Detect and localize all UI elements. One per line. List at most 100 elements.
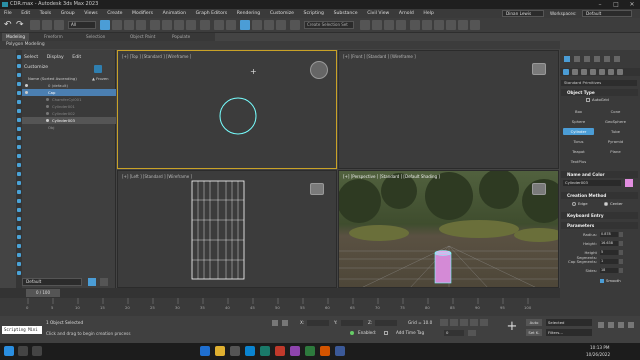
shapes-filter-icon[interactable] <box>17 109 21 113</box>
parameters-rollout[interactable]: Parameters <box>561 222 638 229</box>
tab-freeform[interactable]: Freeform <box>40 33 67 41</box>
toggle-scene-explorer-icon[interactable] <box>384 20 394 30</box>
explorer-frozen-header[interactable]: ▲ Frozen <box>92 76 109 81</box>
height-segments-field[interactable]: 5 <box>600 250 618 255</box>
3ds-max-taskbar-icon[interactable] <box>260 346 270 356</box>
mirror-icon[interactable] <box>360 20 370 30</box>
undo-icon[interactable]: ↶ <box>4 20 14 30</box>
previous-frame-icon[interactable] <box>450 319 458 326</box>
app-icon-green[interactable] <box>305 346 315 356</box>
sides-field[interactable]: 18 <box>600 268 618 273</box>
zoom-icon[interactable] <box>618 322 624 328</box>
edit-named-selection-icon[interactable] <box>290 20 300 30</box>
window-crossing-icon[interactable] <box>136 20 146 30</box>
cameras-icon[interactable] <box>590 69 596 75</box>
menu-substance[interactable]: Substance <box>334 9 358 18</box>
cylinder-button[interactable]: Cylinder <box>563 128 594 135</box>
move-icon[interactable] <box>150 20 160 30</box>
visibility-eye-icon[interactable] <box>25 84 28 87</box>
helpers-filter-icon[interactable] <box>17 136 21 140</box>
visibility-eye-icon[interactable] <box>46 119 49 122</box>
radius-spinner[interactable] <box>619 232 623 237</box>
display-none-icon[interactable] <box>17 64 21 68</box>
tree-row-cylinder003[interactable]: Cylinder003 <box>22 117 116 124</box>
lights-filter-icon[interactable] <box>17 118 21 122</box>
explorer-menu-customize[interactable]: Customize <box>24 63 48 73</box>
menu-scripting[interactable]: Scripting <box>304 9 324 18</box>
tree-row-cylinder002[interactable]: Cylinder002 <box>22 110 116 117</box>
z-coord-field[interactable] <box>375 320 397 326</box>
render-production-icon[interactable] <box>470 20 480 30</box>
spacewarps-filter-icon[interactable] <box>17 145 21 149</box>
angle-snap-icon[interactable] <box>252 20 262 30</box>
visibility-eye-icon[interactable] <box>46 112 49 115</box>
scene-explorer-toggle-icon[interactable] <box>88 278 96 286</box>
radius-field[interactable]: 0.878 <box>600 232 618 237</box>
time-slider[interactable]: 0 / 100 <box>0 288 560 298</box>
tree-row-obj-layer[interactable]: Obj <box>22 124 116 131</box>
set-key-button[interactable]: Set K. <box>526 329 542 336</box>
select-manipulate-icon[interactable] <box>226 20 236 30</box>
helpers-icon[interactable] <box>599 69 605 75</box>
app-icon-blue[interactable] <box>335 346 345 356</box>
visibility-eye-icon[interactable] <box>46 98 49 101</box>
torus-button[interactable]: Torus <box>563 138 594 145</box>
object-color-swatch[interactable] <box>625 179 633 187</box>
containers-filter-icon[interactable] <box>17 181 21 185</box>
geosphere-button[interactable]: GeoSphere <box>600 118 631 125</box>
tube-button[interactable]: Tube <box>600 128 631 135</box>
hierarchy-tab-icon[interactable] <box>584 56 590 62</box>
redo-icon[interactable]: ↷ <box>16 20 26 30</box>
select-object-icon[interactable] <box>100 20 110 30</box>
frozen-filter-icon[interactable] <box>17 190 21 194</box>
cap-segments-spinner[interactable] <box>619 259 623 264</box>
selection-filter-dropdown[interactable]: All <box>68 21 96 29</box>
app-icon-orange[interactable] <box>320 346 330 356</box>
viewport-front-label[interactable]: [+] [Front ] [Standard ] [Wireframe ] <box>343 54 416 59</box>
visibility-eye-icon[interactable] <box>25 91 28 94</box>
pan-view-icon[interactable] <box>598 322 604 328</box>
maximize-button[interactable]: □ <box>608 0 624 9</box>
cameras-filter-icon[interactable] <box>17 127 21 131</box>
rotate-icon[interactable] <box>162 20 172 30</box>
app-icon-purple[interactable] <box>290 346 300 356</box>
auto-key-button[interactable]: Auto <box>526 319 542 326</box>
time-config-icon[interactable] <box>468 330 476 336</box>
selection-lock-icon[interactable] <box>282 320 288 326</box>
viewport-perspective[interactable]: [+] [Perspective ] [Standard ] [Default … <box>338 170 559 288</box>
lights-icon[interactable] <box>581 69 587 75</box>
highlight-icon[interactable] <box>17 253 21 257</box>
menu-animation[interactable]: Animation <box>163 9 186 18</box>
key-filter-dropdown[interactable]: Selected <box>546 319 592 326</box>
named-selection-set-dropdown[interactable]: Create Selection Set <box>304 21 354 29</box>
viewcube-icon[interactable] <box>532 63 546 75</box>
hierarchy-icon[interactable] <box>17 262 21 266</box>
user-account-button[interactable]: Dinan Lewis <box>502 10 544 17</box>
rendered-frame-window-icon[interactable] <box>458 20 468 30</box>
toggle-layer-explorer-icon[interactable] <box>396 20 406 30</box>
explorer-menu-edit[interactable]: Edit <box>72 53 81 63</box>
find-icon[interactable] <box>17 235 21 239</box>
unlink-icon[interactable] <box>42 20 52 30</box>
align-icon[interactable] <box>372 20 382 30</box>
shapes-icon[interactable] <box>572 69 578 75</box>
menu-modifiers[interactable]: Modifiers <box>132 9 153 18</box>
sync-selection-icon[interactable] <box>17 244 21 248</box>
menu-tools[interactable]: Tools <box>40 9 51 18</box>
geometry-icon[interactable] <box>563 69 569 75</box>
textplus-button[interactable]: TextPlus <box>563 158 594 165</box>
spacewarps-icon[interactable] <box>608 69 614 75</box>
viewport-front[interactable]: [+] [Front ] [Standard ] [Wireframe ] <box>338 50 559 169</box>
material-editor-icon[interactable] <box>434 20 444 30</box>
layer-explorer-icon[interactable] <box>17 271 21 275</box>
visibility-eye-icon[interactable] <box>46 105 49 108</box>
explorer-menu-display[interactable]: Display <box>47 53 64 63</box>
tree-row-chamfercyl001[interactable]: ChamferCyl001 <box>22 96 116 103</box>
x-coord-field[interactable] <box>307 320 329 326</box>
none-filter-icon[interactable] <box>17 217 21 221</box>
primitive-type-dropdown[interactable]: Standard Primitives <box>561 80 637 86</box>
display-tab-icon[interactable] <box>604 56 610 62</box>
menu-graph-editors[interactable]: Graph Editors <box>196 9 228 18</box>
minimize-button[interactable]: – <box>592 0 608 9</box>
edge-browser-icon[interactable] <box>200 346 210 356</box>
